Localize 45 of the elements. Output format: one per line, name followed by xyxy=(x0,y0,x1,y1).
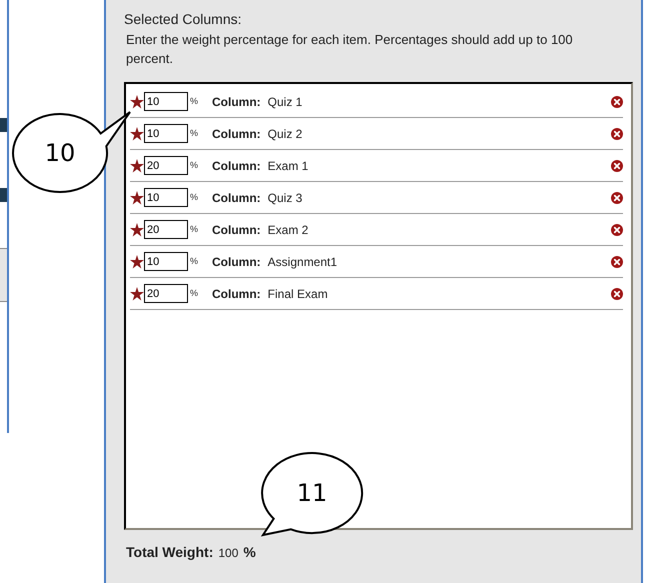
panel-band xyxy=(0,248,7,302)
remove-icon[interactable] xyxy=(611,256,623,268)
weight-field[interactable]: 10 xyxy=(144,188,188,207)
total-value: 100 xyxy=(218,545,238,562)
weight-field[interactable]: 10 xyxy=(144,252,188,271)
column-name: Exam 2 xyxy=(268,222,308,238)
remove-icon[interactable] xyxy=(611,160,623,172)
remove-icon[interactable] xyxy=(611,96,623,108)
column-name: Quiz 1 xyxy=(268,94,302,110)
remove-icon[interactable] xyxy=(611,224,623,236)
percent-sign: % xyxy=(190,158,198,172)
callout-number: 11 xyxy=(296,480,328,506)
percent-sign: % xyxy=(190,222,198,236)
percent-sign: % xyxy=(190,254,198,268)
percent-sign: % xyxy=(190,94,198,108)
weight-field[interactable]: 10 xyxy=(144,124,188,143)
column-name: Assignment1 xyxy=(268,254,338,270)
weight-field[interactable]: 20 xyxy=(144,156,188,175)
instructions-text: Enter the weight percentage for each item. Percentages should add up to 100 percent. xyxy=(125,31,574,68)
column-name: Quiz 3 xyxy=(268,190,302,206)
percent-sign: % xyxy=(190,126,198,140)
callout-number: 10 xyxy=(44,140,76,166)
panel-bar xyxy=(0,118,7,132)
column-label: Column: xyxy=(212,158,261,174)
remove-icon[interactable] xyxy=(611,192,623,204)
weight-field[interactable]: 20 xyxy=(144,284,188,303)
column-label: Column: xyxy=(212,94,261,110)
column-name: Exam 1 xyxy=(268,158,308,174)
column-name: Quiz 2 xyxy=(268,126,302,142)
percent-sign: % xyxy=(190,190,198,204)
column-label: Column: xyxy=(212,222,261,238)
total-unit: % xyxy=(243,543,256,562)
column-label: Column: xyxy=(212,286,261,302)
column-label: Column: xyxy=(212,126,261,142)
percent-sign: % xyxy=(190,286,198,300)
panel-bar xyxy=(0,188,7,202)
weight-field[interactable]: 20 xyxy=(144,220,188,239)
remove-icon[interactable] xyxy=(611,128,623,140)
section-heading: Selected Columns: xyxy=(124,10,243,28)
column-label: Column: xyxy=(212,190,261,206)
column-name: Final Exam xyxy=(268,286,328,302)
weight-field[interactable]: 10 xyxy=(144,92,188,111)
total-label: Total Weight: xyxy=(126,543,214,562)
column-label: Column: xyxy=(212,254,261,270)
remove-icon[interactable] xyxy=(611,288,623,300)
